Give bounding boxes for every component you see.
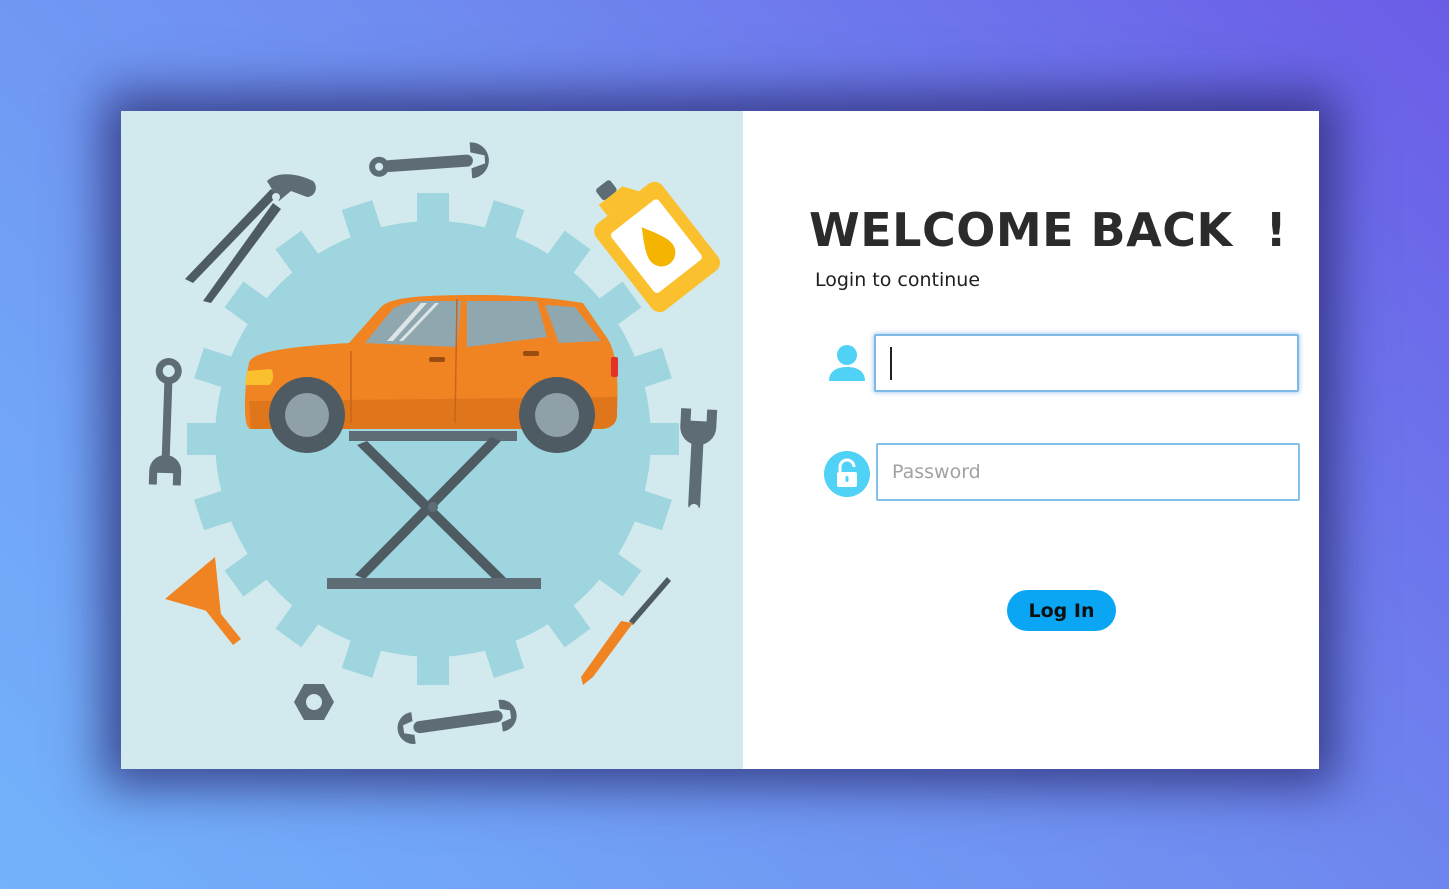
gear-tooth	[187, 423, 227, 455]
page-subtitle: Login to continue	[815, 269, 981, 291]
page-title: WELCOME BACK !	[809, 203, 1288, 257]
wrench-icon	[148, 358, 182, 486]
password-input[interactable]	[876, 443, 1300, 501]
screwdriver-icon	[581, 577, 671, 685]
illustration-panel	[121, 111, 743, 769]
wrench-icon	[369, 142, 489, 179]
text-caret	[890, 347, 892, 380]
wrench-icon	[397, 699, 517, 744]
login-button[interactable]: Log In	[1007, 590, 1116, 631]
login-card: WELCOME BACK ! Login to continue Log In	[121, 111, 1319, 769]
username-input[interactable]	[874, 334, 1299, 392]
car-service-illustration	[148, 142, 720, 744]
login-form-panel: WELCOME BACK ! Login to continue Log In	[743, 111, 1319, 769]
gear-tooth	[639, 423, 679, 455]
hex-nut-icon	[294, 684, 334, 720]
oil-bottle-icon	[594, 180, 720, 313]
gear-tooth	[417, 645, 449, 685]
user-icon	[829, 345, 865, 381]
adjustable-wrench-icon	[680, 408, 718, 514]
gear-tooth	[417, 193, 449, 233]
lock-icon	[824, 451, 870, 497]
